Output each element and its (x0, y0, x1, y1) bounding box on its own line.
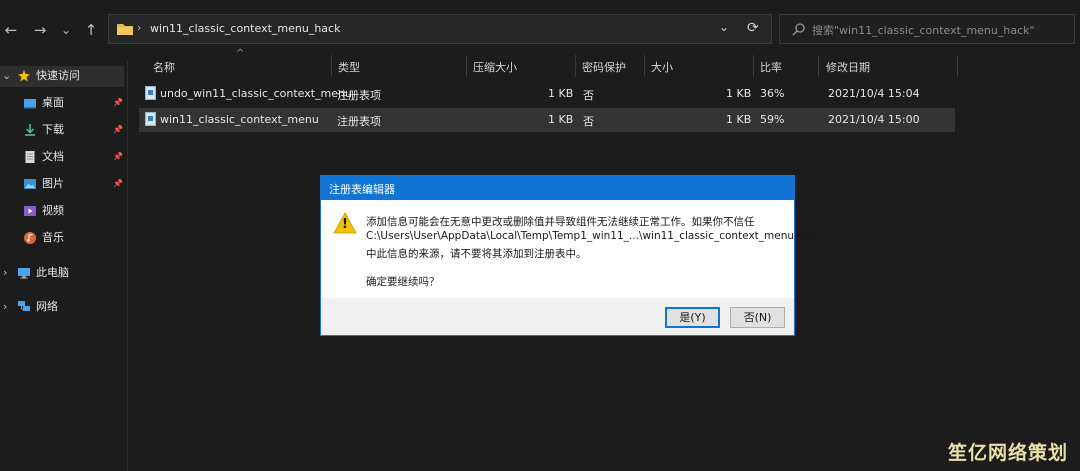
column-divider[interactable] (331, 55, 332, 77)
column-divider[interactable] (575, 55, 576, 77)
sidebar-item-this-pc[interactable]: › 此电脑 (0, 262, 124, 284)
path-separator: › (137, 21, 142, 34)
warning-icon: ! (333, 212, 357, 234)
sidebar-item-label: 快速访问 (36, 69, 80, 82)
column-divider[interactable] (753, 55, 754, 77)
video-icon (24, 206, 36, 216)
sidebar-item-videos[interactable]: 视频 (0, 200, 124, 222)
up-button[interactable]: ↑ (80, 20, 102, 40)
sidebar-item-label: 网络 (36, 300, 58, 313)
sidebar-item-label: 文档 (42, 150, 64, 163)
modified-date: 2021/10/4 15:00 (828, 113, 920, 126)
computer-icon (18, 268, 30, 279)
registry-editor-dialog: 注册表编辑器 ! 添加信息可能会在无意中更改或删除值并导致组件无法继续正常工作。… (320, 175, 815, 336)
column-header-size[interactable]: 大小 (651, 59, 673, 75)
address-path[interactable]: win11_classic_context_menu_hack (150, 22, 340, 35)
column-header-name[interactable]: 名称 (153, 59, 175, 75)
pin-icon: 📌 (113, 152, 123, 161)
search-input[interactable] (810, 21, 1064, 39)
dialog-message-line-1: 添加信息可能会在无意中更改或删除值并导致组件无法继续正常工作。如果你不信任 (366, 216, 755, 228)
column-header-ratio[interactable]: 比率 (760, 59, 782, 75)
sidebar-item-label: 桌面 (42, 96, 64, 109)
search-icon (792, 23, 805, 36)
dialog-title-bar[interactable]: 注册表编辑器 (321, 176, 794, 200)
network-icon (18, 301, 30, 311)
column-header-type[interactable]: 类型 (338, 59, 360, 75)
sidebar-item-pictures[interactable]: 图片 📌 (0, 173, 124, 195)
dialog-body: ! 添加信息可能会在无意中更改或删除值并导致组件无法继续正常工作。如果你不信任 … (321, 200, 815, 298)
document-icon (25, 151, 35, 163)
pin-icon: 📌 (113, 179, 123, 188)
pictures-icon (24, 179, 36, 189)
column-header-modified[interactable]: 修改日期 (826, 59, 870, 75)
expand-chevron-icon[interactable]: › (3, 296, 7, 318)
compression-ratio: 59% (760, 113, 785, 126)
sidebar-item-label: 视频 (42, 204, 64, 217)
back-button[interactable]: ← (0, 20, 22, 40)
address-bar[interactable]: › win11_classic_context_menu_hack ⌄ ⟳ (108, 14, 772, 44)
sidebar-item-downloads[interactable]: 下载 📌 (0, 119, 124, 141)
desktop-icon (24, 99, 36, 109)
dialog-message-line-3: 中此信息的来源，请不要将其添加到注册表中。 (366, 248, 587, 260)
file-size: 1 KB (726, 87, 752, 100)
file-name: win11_classic_context_menu (160, 113, 319, 126)
sidebar-item-label: 音乐 (42, 231, 64, 244)
column-header-compressed-size[interactable]: 压缩大小 (473, 59, 517, 75)
dialog-question: 确定要继续吗？ (366, 276, 440, 288)
file-type: 注册表项 (337, 89, 381, 102)
sidebar-item-label: 图片 (42, 177, 64, 190)
sidebar-item-network[interactable]: › 网络 (0, 296, 124, 318)
address-dropdown-icon[interactable]: ⌄ (719, 20, 729, 34)
sort-indicator: ^ (236, 48, 245, 59)
table-row[interactable]: undo_win11_classic_context_menu 注册表项 1 K… (139, 82, 955, 106)
no-button[interactable]: 否(N) (730, 307, 785, 328)
yes-button[interactable]: 是(Y) (665, 307, 720, 328)
modified-date: 2021/10/4 15:04 (828, 87, 920, 100)
dialog-title: 注册表编辑器 (329, 183, 395, 196)
download-icon (25, 124, 35, 136)
column-divider[interactable] (818, 55, 819, 77)
dialog-message-line-2: C:\Users\User\AppData\Local\Temp\Temp1_w… (366, 230, 815, 242)
sidebar-item-label: 此电脑 (36, 266, 69, 279)
sidebar-item-documents[interactable]: 文档 📌 (0, 146, 124, 168)
sidebar-item-label: 下载 (42, 123, 64, 136)
music-icon (24, 232, 36, 244)
star-icon (18, 70, 30, 82)
compression-ratio: 36% (760, 87, 785, 100)
password-protected: 否 (583, 89, 594, 102)
refresh-icon[interactable]: ⟳ (747, 20, 759, 36)
column-divider[interactable] (466, 55, 467, 77)
pin-icon: 📌 (113, 125, 123, 134)
column-divider[interactable] (957, 55, 958, 77)
pin-icon: 📌 (113, 98, 123, 107)
sidebar-item-desktop[interactable]: 桌面 📌 (0, 92, 124, 114)
password-protected: 否 (583, 115, 594, 128)
table-row[interactable]: win11_classic_context_menu 注册表项 1 KB 否 1… (139, 108, 955, 132)
compressed-size: 1 KB (548, 113, 574, 126)
column-divider[interactable] (644, 55, 645, 77)
compressed-size: 1 KB (548, 87, 574, 100)
forward-button[interactable]: → (29, 20, 51, 40)
watermark: 笙亿网络策划 (948, 442, 1069, 464)
search-box[interactable] (779, 14, 1075, 44)
expand-chevron-icon[interactable]: › (3, 262, 7, 284)
column-header-password[interactable]: 密码保护 (582, 59, 626, 75)
folder-icon (117, 24, 133, 35)
file-name: undo_win11_classic_context_menu (160, 87, 352, 100)
sidebar-item-music[interactable]: 音乐 (0, 227, 124, 249)
expand-chevron-icon[interactable]: ⌄ (2, 65, 11, 87)
file-type: 注册表项 (337, 115, 381, 128)
recent-locations-icon[interactable]: ⌄ (55, 20, 77, 40)
registry-file-icon (145, 112, 156, 126)
file-size: 1 KB (726, 113, 752, 126)
sidebar-item-quick-access[interactable]: ⌄ 快速访问 (0, 65, 124, 87)
registry-file-icon (145, 86, 156, 100)
